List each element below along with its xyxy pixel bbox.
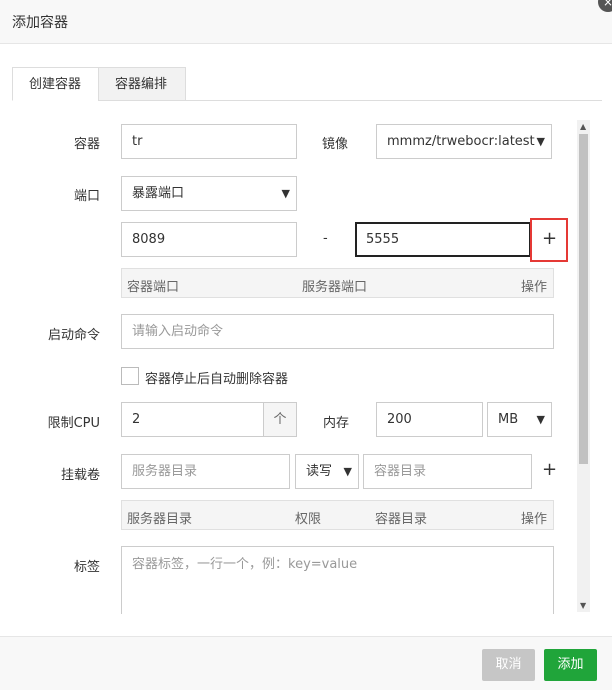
memory-unit-select[interactable]: MB ▼ [487, 402, 552, 437]
port-separator: - [323, 231, 328, 246]
command-label: 启动命令 [47, 328, 100, 343]
chevron-down-icon: ▼ [343, 465, 352, 478]
auto-remove-label: 容器停止后自动删除容器 [145, 372, 289, 387]
volume-table-col-permission: 权限 [295, 512, 322, 527]
tab-bar: 创建容器 容器编排 [12, 67, 602, 101]
chevron-down-icon: ▼ [536, 413, 545, 426]
image-select-value: mmmz/trwebocr:latest [387, 134, 535, 149]
memory-label: 内存 [323, 416, 350, 431]
add-container-dialog: 添加容器 × 创建容器 容器编排 容器 tr 镜像 mmmz/trwebocr:… [0, 0, 612, 690]
volume-permission-select[interactable]: 读写 ▼ [295, 454, 359, 489]
memory-unit-value: MB [498, 412, 519, 427]
tab-container-compose[interactable]: 容器编排 [98, 67, 186, 101]
container-directory-input[interactable]: 容器目录 [363, 454, 532, 489]
cpu-label: 限制CPU [47, 416, 100, 431]
tags-textarea[interactable]: 容器标签，一行一个，例：key=value [121, 546, 554, 614]
chevron-down-icon: ▼ [281, 187, 290, 200]
port-mode-select[interactable]: 暴露端口 ▼ [121, 176, 297, 211]
port-table-col-container: 容器端口 [127, 280, 180, 295]
image-select[interactable]: mmmz/trwebocr:latest ▼ [376, 124, 552, 159]
image-label: 镜像 [322, 137, 349, 152]
dialog-titlebar: 添加容器 × [0, 0, 612, 44]
host-directory-input[interactable]: 服务器目录 [121, 454, 290, 489]
scroll-up-icon[interactable]: ▲ [580, 122, 586, 131]
scroll-down-icon[interactable]: ▼ [580, 601, 586, 610]
add-volume-button[interactable]: + [542, 460, 557, 480]
port-label: 端口 [73, 189, 100, 204]
port-table-col-host: 服务器端口 [302, 280, 368, 295]
volume-label: 挂载卷 [60, 468, 100, 483]
add-button[interactable]: 添加 [544, 649, 597, 681]
port-table-col-action: 操作 [520, 280, 547, 295]
tags-label: 标签 [73, 560, 100, 575]
container-label: 容器 [73, 137, 100, 152]
host-port-input[interactable]: 5555 [355, 222, 531, 257]
volume-table-col-action: 操作 [520, 512, 547, 527]
create-container-form: 容器 tr 镜像 mmmz/trwebocr:latest ▼ 端口 暴露端口 … [0, 102, 575, 614]
port-table-header: 容器端口 服务器端口 操作 [121, 268, 554, 298]
volume-permission-value: 读写 [306, 464, 333, 479]
command-input[interactable]: 请输入启动命令 [121, 314, 554, 349]
tab-create-container[interactable]: 创建容器 [12, 67, 99, 101]
cpu-input[interactable]: 2 [121, 402, 264, 437]
scrollbar-thumb[interactable] [579, 134, 588, 464]
port-mode-value: 暴露端口 [132, 186, 185, 201]
volume-table-header: 服务器目录 权限 容器目录 操作 [121, 500, 554, 530]
memory-input[interactable]: 200 [376, 402, 483, 437]
cancel-button[interactable]: 取消 [482, 649, 535, 681]
cpu-unit-addon: 个 [263, 402, 297, 437]
volume-table-col-container: 容器目录 [375, 512, 428, 527]
container-port-input[interactable]: 8089 [121, 222, 297, 257]
chevron-down-icon: ▼ [536, 135, 545, 148]
add-port-button[interactable]: + [542, 229, 557, 249]
auto-remove-checkbox[interactable] [121, 367, 139, 385]
volume-table-col-host: 服务器目录 [127, 512, 193, 527]
dialog-footer: 取消 添加 [0, 636, 612, 690]
container-name-input[interactable]: tr [121, 124, 297, 159]
close-icon[interactable]: × [598, 0, 612, 12]
form-scrollbar[interactable]: ▲ ▼ [577, 120, 590, 612]
dialog-title: 添加容器 [12, 15, 68, 31]
